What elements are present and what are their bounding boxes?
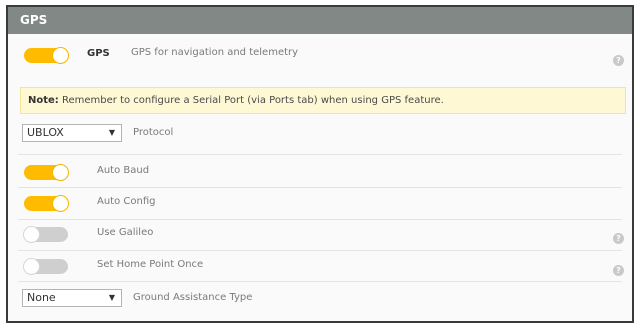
use-galileo-toggle[interactable]: [23, 226, 68, 243]
toggle-knob: [52, 47, 69, 64]
help-icon[interactable]: ?: [613, 265, 624, 276]
chevron-down-icon: ▼: [108, 293, 115, 302]
protocol-label: Protocol: [133, 127, 174, 138]
panel-title: GPS: [8, 7, 632, 34]
gps-description: GPS for navigation and telemetry: [131, 47, 299, 58]
help-icon[interactable]: ?: [613, 233, 624, 244]
toggle-knob: [23, 226, 40, 243]
serial-port-note: Note: Remember to configure a Serial Por…: [20, 87, 626, 114]
ground-assistance-select[interactable]: None ▼: [22, 289, 122, 307]
auto-baud-label: Auto Baud: [97, 165, 150, 176]
note-prefix: Note:: [28, 95, 59, 106]
toggle-knob: [52, 164, 69, 181]
ground-assistance-label: Ground Assistance Type: [133, 292, 253, 303]
divider: [18, 281, 622, 282]
toggle-knob: [52, 195, 69, 212]
toggle-knob: [23, 258, 40, 275]
divider: [18, 154, 622, 155]
divider: [18, 187, 622, 188]
set-home-point-once-label: Set Home Point Once: [97, 259, 204, 270]
divider: [18, 219, 622, 220]
gps-toggle[interactable]: [24, 47, 69, 64]
gps-panel: GPS GPS GPS for navigation and telemetry…: [6, 5, 634, 323]
auto-baud-toggle[interactable]: [24, 164, 69, 181]
help-icon[interactable]: ?: [613, 55, 624, 66]
protocol-selected-value: UBLOX: [27, 126, 64, 139]
auto-config-toggle[interactable]: [24, 195, 69, 212]
protocol-select[interactable]: UBLOX ▼: [22, 124, 122, 142]
gps-label: GPS: [87, 48, 110, 59]
set-home-point-once-toggle[interactable]: [23, 258, 68, 275]
note-text: Remember to configure a Serial Port (via…: [62, 95, 444, 106]
use-galileo-label: Use Galileo: [97, 227, 154, 238]
ground-assistance-selected-value: None: [27, 291, 56, 304]
divider: [18, 250, 622, 251]
auto-config-label: Auto Config: [97, 196, 156, 207]
chevron-down-icon: ▼: [108, 128, 115, 137]
